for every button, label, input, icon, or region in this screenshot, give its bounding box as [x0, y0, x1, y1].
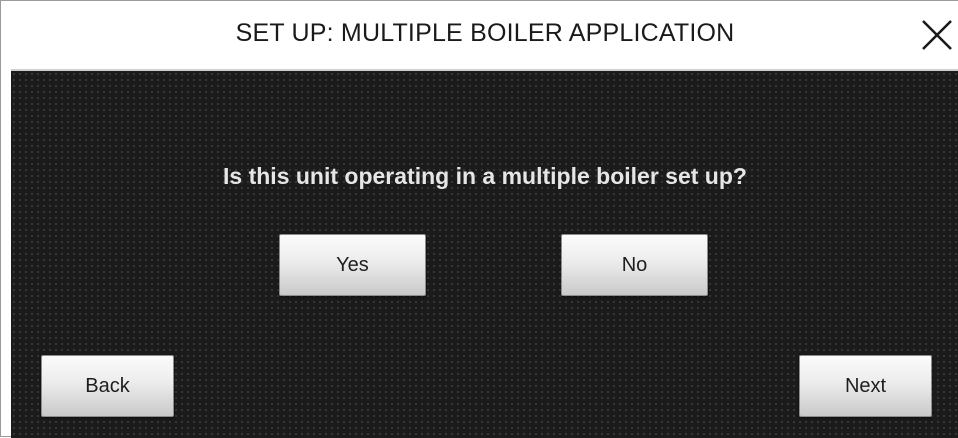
no-button[interactable]: No — [561, 234, 708, 296]
next-button[interactable]: Next — [799, 355, 932, 417]
title-bar: SET UP: MULTIPLE BOILER APPLICATION — [11, 1, 958, 71]
question-text: Is this unit operating in a multiple boi… — [223, 163, 747, 189]
close-icon — [922, 20, 952, 50]
back-button[interactable]: Back — [41, 355, 174, 417]
setup-window: SET UP: MULTIPLE BOILER APPLICATION Is t… — [0, 0, 958, 438]
close-button[interactable] — [917, 15, 957, 55]
setup-screen: Is this unit operating in a multiple boi… — [11, 71, 958, 438]
yes-button[interactable]: Yes — [279, 234, 426, 296]
page-title: SET UP: MULTIPLE BOILER APPLICATION — [235, 19, 735, 47]
